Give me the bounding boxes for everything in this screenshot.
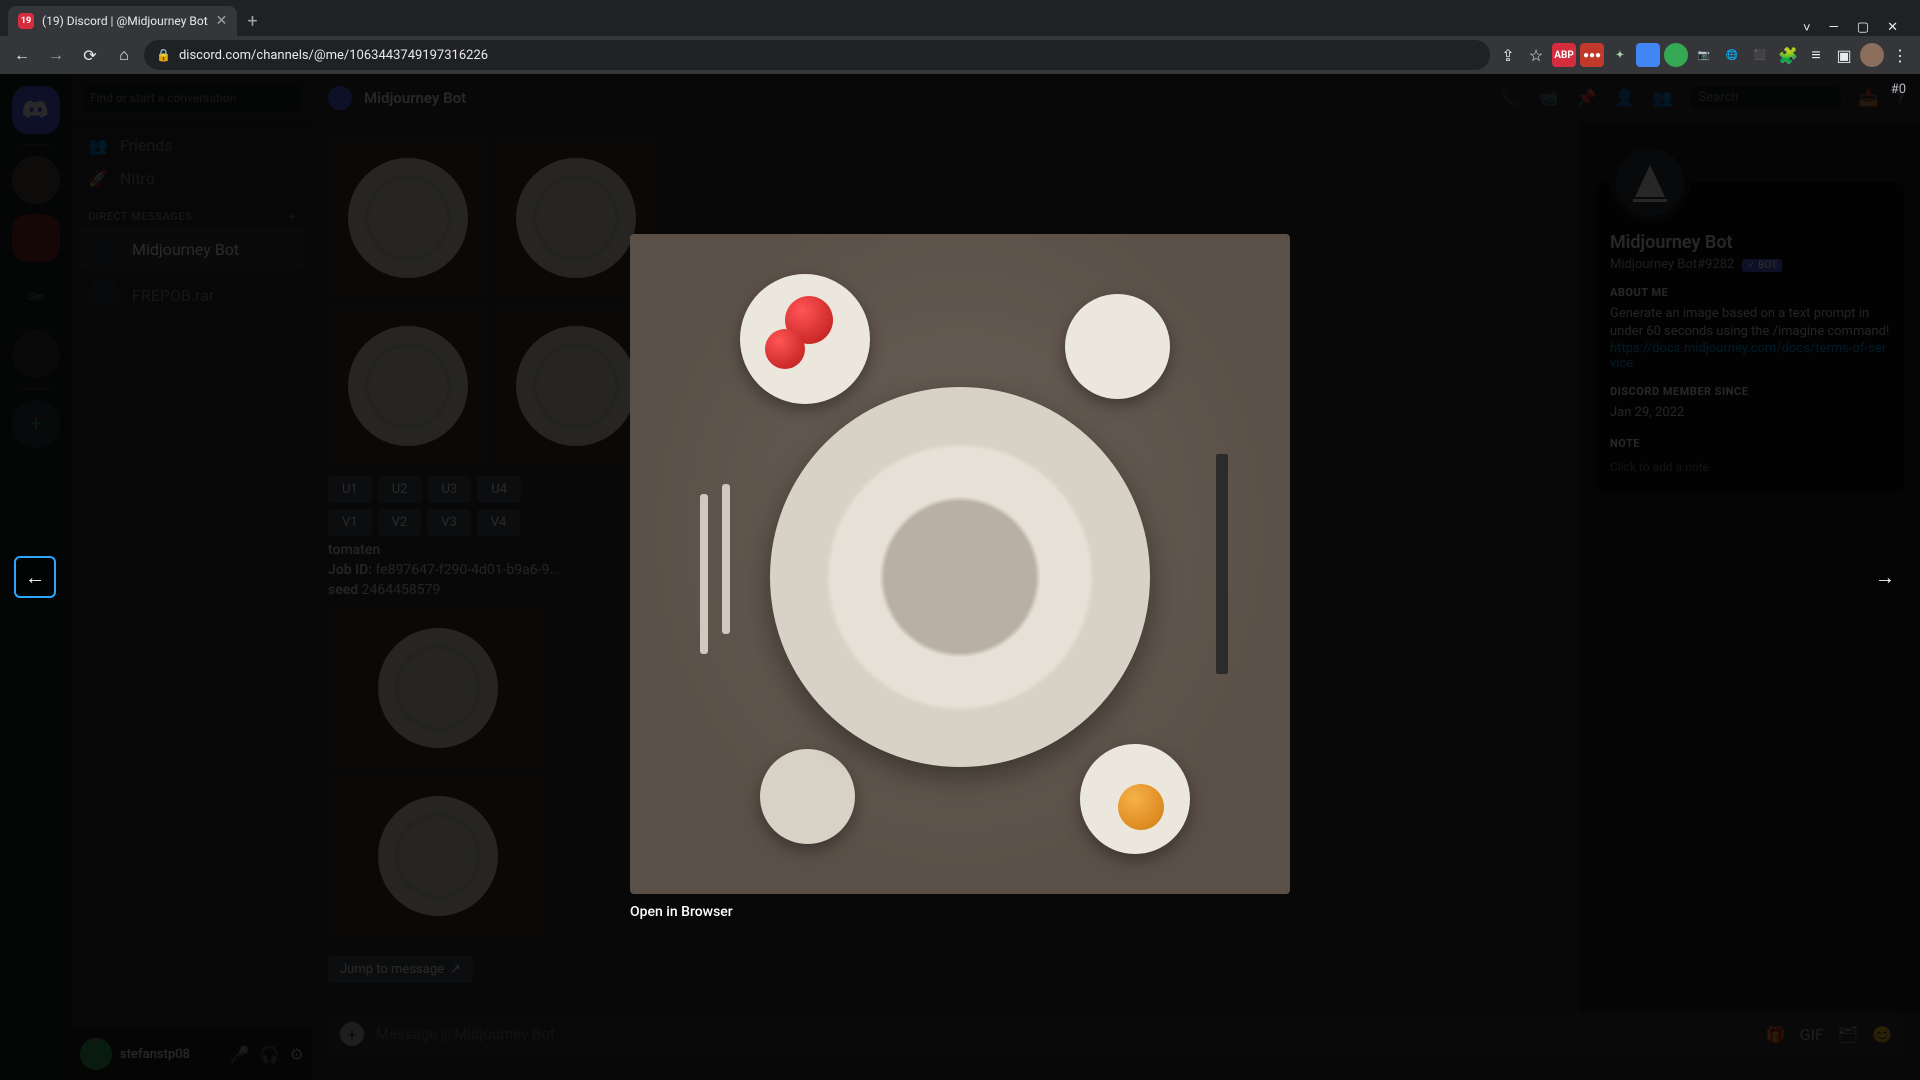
open-in-browser-link[interactable]: Open in Browser: [630, 904, 1290, 920]
extension-icon[interactable]: [1664, 43, 1688, 67]
lock-icon: 🔒: [156, 48, 171, 62]
prev-image-button[interactable]: ←: [14, 556, 56, 598]
window-controls: ˅ — ▢ ✕: [1789, 20, 1912, 36]
back-button[interactable]: ←: [8, 41, 36, 69]
address-bar[interactable]: 🔒 discord.com/channels/@me/1063443749197…: [144, 40, 1490, 70]
extension-icon[interactable]: 🌐: [1720, 43, 1744, 67]
profile-avatar-icon[interactable]: [1860, 43, 1884, 67]
home-button[interactable]: ⌂: [110, 41, 138, 69]
next-image-button[interactable]: →: [1864, 556, 1906, 598]
discord-favicon-icon: 19: [18, 13, 34, 29]
hash-indicator: #0: [1891, 82, 1906, 97]
browser-tab-bar: 19 (19) Discord | @Midjourney Bot ✕ + ˅ …: [0, 0, 1920, 36]
extension-icon[interactable]: ⬛: [1748, 43, 1772, 67]
new-tab-button[interactable]: +: [237, 7, 267, 36]
abp-extension-icon[interactable]: ABP: [1552, 43, 1576, 67]
tab-close-icon[interactable]: ✕: [216, 13, 228, 29]
extension-icon[interactable]: ●●●: [1580, 43, 1604, 67]
bookmark-icon[interactable]: ☆: [1524, 46, 1548, 65]
share-icon[interactable]: ⇪: [1496, 46, 1520, 65]
reload-button[interactable]: ⟳: [76, 41, 104, 69]
dropdown-icon[interactable]: ˅: [1803, 20, 1811, 36]
camera-extension-icon[interactable]: 📷: [1692, 43, 1716, 67]
extension-icon[interactable]: [1636, 43, 1660, 67]
extension-icon[interactable]: ✦: [1608, 43, 1632, 67]
lightbox-image[interactable]: [630, 234, 1290, 894]
tab-title: (19) Discord | @Midjourney Bot: [42, 14, 208, 28]
extensions-icon[interactable]: 🧩: [1776, 46, 1800, 65]
sidepanel-icon[interactable]: ▣: [1832, 46, 1856, 65]
close-window-icon[interactable]: ✕: [1887, 20, 1898, 36]
forward-button[interactable]: →: [42, 41, 70, 69]
browser-tab[interactable]: 19 (19) Discord | @Midjourney Bot ✕: [8, 6, 237, 36]
reading-list-icon[interactable]: ≡: [1804, 45, 1828, 65]
menu-icon[interactable]: ⋮: [1888, 46, 1912, 65]
maximize-icon[interactable]: ▢: [1857, 20, 1869, 36]
minimize-icon[interactable]: —: [1829, 20, 1839, 36]
url-text: discord.com/channels/@me/106344374919731…: [179, 48, 488, 63]
browser-toolbar: ← → ⟳ ⌂ 🔒 discord.com/channels/@me/10634…: [0, 36, 1920, 74]
